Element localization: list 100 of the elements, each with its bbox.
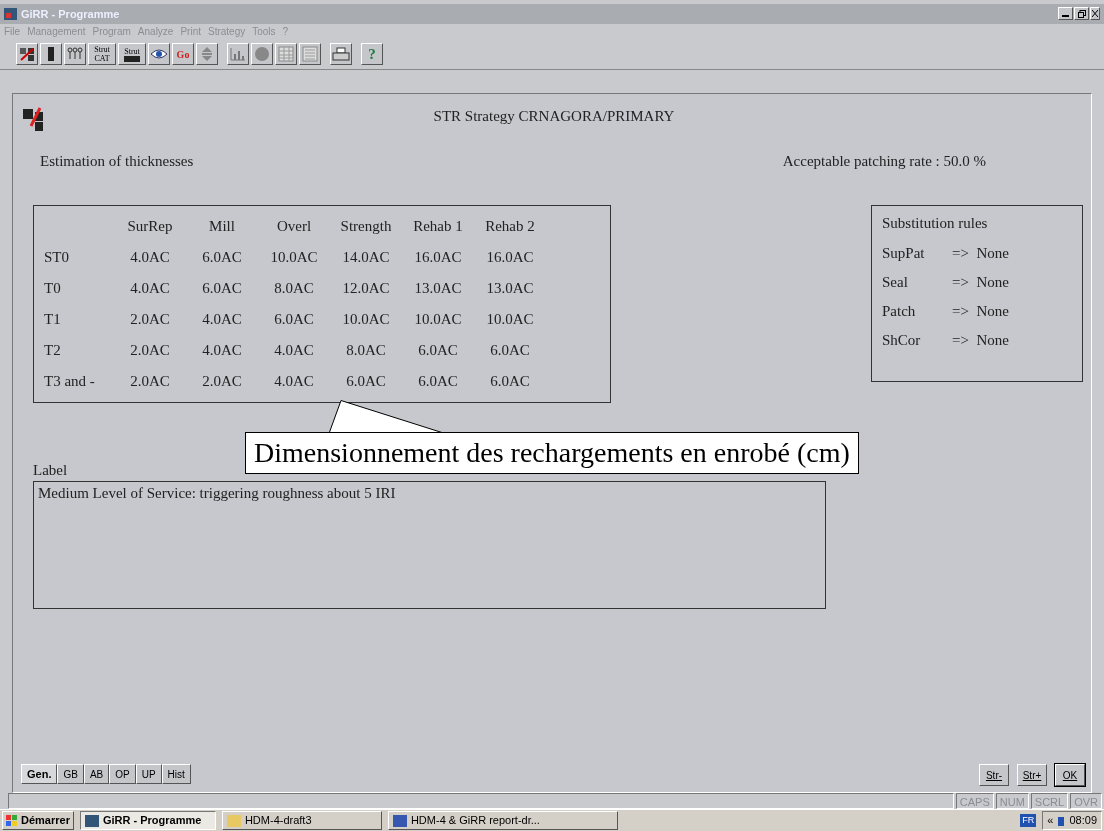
tab[interactable]: Hist (161, 764, 191, 785)
table-cell-text: 13.0AC (485, 278, 535, 298)
table-cell-text: 4.0AC (129, 247, 171, 267)
speaker-icon (1057, 814, 1066, 827)
table-cell-text: 10.0AC (485, 309, 535, 329)
cat-button[interactable]: Strut CAT (88, 43, 116, 66)
minimize-button[interactable] (1058, 7, 1073, 21)
eye-button[interactable] (148, 43, 170, 66)
table-cell-text: 6.0AC (417, 340, 459, 360)
up-down-button[interactable] (196, 43, 218, 66)
label-caption: Label (33, 460, 68, 480)
section-title: Estimation of thicknesses (40, 152, 194, 172)
up-down-arrows-icon (201, 46, 213, 63)
rule-source: Seal (882, 272, 909, 292)
language-indicator[interactable]: FR (1020, 813, 1037, 828)
rule-source: SupPat (882, 243, 926, 263)
bar-chart-icon (230, 47, 246, 62)
row-header: T2 (44, 340, 62, 360)
dialog-button[interactable]: Str+ (1017, 764, 1047, 787)
minimize-icon (1062, 15, 1069, 18)
row-header: T3 and - (44, 371, 96, 391)
column-header: Strength (339, 216, 393, 236)
app-icon (84, 814, 99, 827)
table-cell-text: 8.0AC (273, 278, 315, 298)
table-cell-text: 4.0AC (129, 278, 171, 298)
column-header: SurRep (126, 216, 174, 236)
tower-button[interactable] (40, 43, 62, 66)
close-icon (1092, 10, 1098, 18)
strategy-heading: STR Strategy CRNAGORA/PRIMARY (432, 107, 676, 127)
app-icon (4, 7, 17, 20)
tray-expand[interactable]: « (1047, 812, 1054, 829)
tab[interactable]: UP (135, 764, 162, 785)
restore-button[interactable] (1074, 7, 1089, 21)
table-cell-text: 4.0AC (273, 371, 315, 391)
table-cell-text: 6.0AC (489, 340, 531, 360)
taskbar-button[interactable]: HDM-4-draft3 (221, 811, 382, 831)
rule-target: => None (952, 330, 1009, 350)
restore-icon (1077, 9, 1086, 18)
window-title: GiRR - Programme (21, 6, 120, 22)
table-cell-text: 6.0AC (201, 247, 243, 267)
column-header: Rehab 1 (412, 216, 464, 236)
folder-icon (226, 814, 241, 827)
tab[interactable]: AB (83, 764, 110, 785)
table-cell-text: 13.0AC (413, 278, 463, 298)
substitution-title: Substitution rules (882, 213, 989, 233)
table-cell-text: 6.0AC (345, 371, 387, 391)
table-cell-text: 16.0AC (413, 247, 463, 267)
truck-button[interactable]: Strut (118, 43, 146, 66)
close-button[interactable] (1090, 7, 1100, 21)
circle-button[interactable] (251, 43, 273, 66)
circle-icon (254, 46, 270, 63)
taskbar-button[interactable]: GiRR - Programme (79, 811, 216, 831)
start-button[interactable]: Démarrer (2, 811, 74, 831)
rule-target: => None (952, 243, 1009, 263)
status-indicator: CAPS (955, 793, 994, 810)
rule-source: ShCor (882, 330, 922, 350)
rule-target: => None (952, 301, 1009, 321)
table-cell-text: 8.0AC (345, 340, 387, 360)
printer-icon (332, 47, 350, 62)
grid-button[interactable] (275, 43, 297, 66)
table-cell-text: 6.0AC (273, 309, 315, 329)
chart-button[interactable] (227, 43, 249, 66)
table-cell-text: 10.0AC (413, 309, 463, 329)
label-field[interactable]: Medium Level of Service: triggering roughness about 5 IRI (33, 481, 826, 610)
status-indicator: SCRL (1030, 793, 1069, 810)
tab[interactable]: GB (57, 764, 84, 785)
tab[interactable]: OP (109, 764, 136, 785)
column-header: Overl (275, 216, 313, 236)
rule-source: Patch (882, 301, 917, 321)
windows-flag-icon (6, 814, 18, 827)
table-cell-text: 6.0AC (417, 371, 459, 391)
tower-icon (46, 46, 56, 63)
table-cell-text: 10.0AC (341, 309, 391, 329)
table-cell-text: 2.0AC (129, 371, 171, 391)
table-cell-text: 14.0AC (341, 247, 391, 267)
table-cell-text: 4.0AC (201, 309, 243, 329)
logo-button[interactable] (16, 43, 38, 66)
table-cell-text: 6.0AC (201, 278, 243, 298)
status-indicator: OVR (1070, 793, 1102, 810)
table-cell-text: 2.0AC (129, 309, 171, 329)
grid-icon (278, 46, 294, 63)
people-button[interactable] (64, 43, 86, 66)
rule-target: => None (952, 272, 1009, 292)
patching-rate: Acceptable patching rate : 50.0 % (782, 152, 986, 172)
list-button[interactable] (299, 43, 321, 66)
table-cell-text: 2.0AC (129, 340, 171, 360)
print-button[interactable] (330, 43, 352, 66)
table-cell-text: 4.0AC (273, 340, 315, 360)
table-cell-text: 4.0AC (201, 340, 243, 360)
list-icon (302, 46, 318, 63)
clock: 08:09 (1069, 813, 1097, 829)
dialog-button[interactable]: Str- (979, 764, 1009, 787)
table-cell-text: 12.0AC (341, 278, 391, 298)
table-cell-text: 2.0AC (201, 371, 243, 391)
table-cell-text: 6.0AC (489, 371, 531, 391)
table-cell-text: 10.0AC (269, 247, 319, 267)
dialog-button[interactable]: OK (1055, 764, 1085, 787)
taskbar-button[interactable]: HDM-4 & GiRR report-dr... (387, 811, 618, 831)
table-cell-text: 16.0AC (485, 247, 535, 267)
tab[interactable]: Gen. (21, 764, 58, 785)
